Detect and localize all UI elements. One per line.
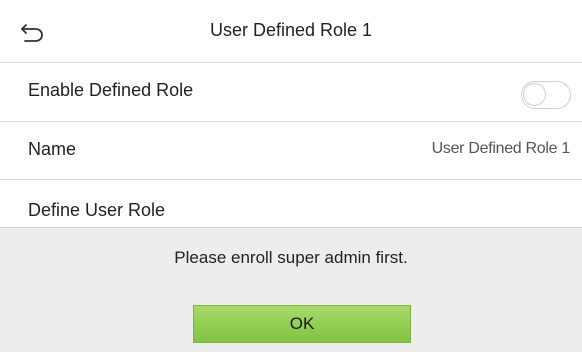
define-user-role-label: Define User Role (28, 200, 166, 220)
header-bar: User Defined Role 1 (0, 0, 582, 63)
alert-dialog: Please enroll super admin first. OK (0, 227, 582, 352)
dialog-message: Please enroll super admin first. (174, 248, 408, 267)
toggle-knob (523, 83, 546, 106)
name-row[interactable]: Name User Defined Role 1 (0, 122, 582, 180)
enable-defined-role-row[interactable]: Enable Defined Role (0, 63, 582, 122)
enable-defined-role-label: Enable Defined Role (28, 80, 194, 100)
define-user-role-row[interactable]: Define User Role (0, 180, 582, 227)
enable-defined-role-toggle[interactable] (521, 81, 571, 109)
name-value: User Defined Role 1 (431, 140, 571, 157)
name-label: Name (28, 139, 77, 159)
user-defined-role-screen: User Defined Role 1 Enable Defined Role … (0, 0, 582, 352)
ok-button[interactable]: OK (193, 305, 411, 343)
page-title: User Defined Role 1 (209, 20, 373, 40)
